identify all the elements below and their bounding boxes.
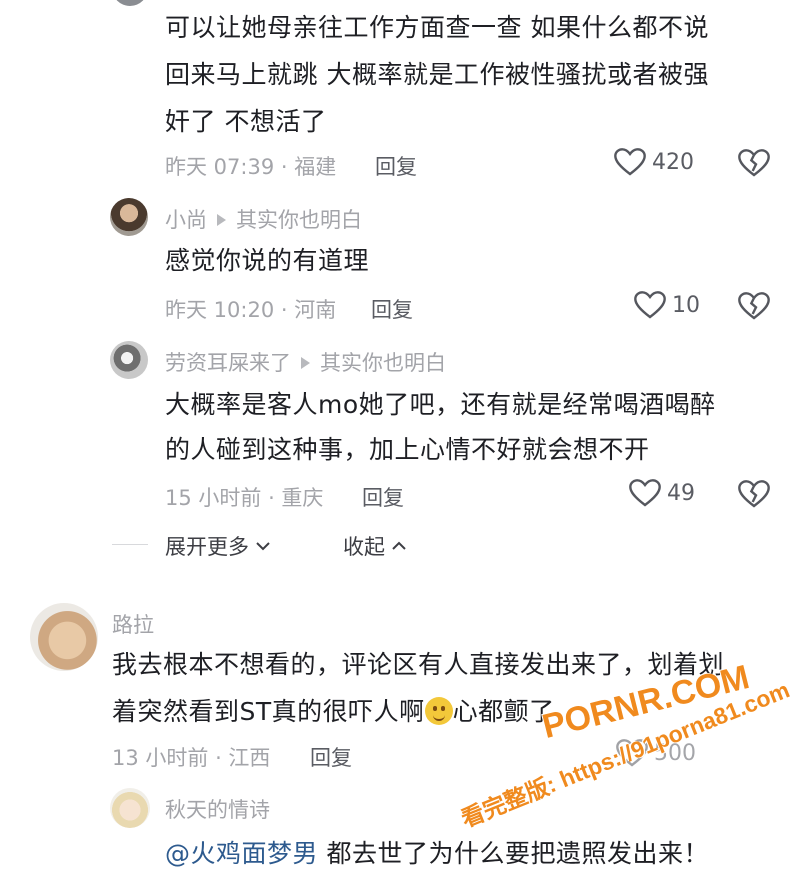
comment-text: 可以让她母亲往工作方面查一查 如果什么都不说 — [165, 13, 709, 42]
dislike-button[interactable] — [738, 148, 770, 182]
expand-more-label: 展开更多 — [165, 535, 249, 559]
reply-button[interactable]: 回复 — [375, 151, 417, 181]
comment-text: 我去根本不想看的，评论区有人直接发出来了，划着划 — [112, 650, 725, 679]
smile-emoji-icon — [424, 697, 453, 725]
avatar[interactable] — [110, 788, 150, 828]
reply-button[interactable]: 回复 — [362, 482, 404, 512]
divider — [112, 544, 148, 545]
heart-icon — [629, 479, 661, 507]
reply-header: 劳资耳屎来了 其实你也明白 — [165, 347, 446, 377]
chevron-up-icon — [392, 541, 406, 550]
comment-text: 感觉你说的有道理 — [165, 246, 370, 275]
comment-text: 奸了 不想活了 — [165, 107, 327, 136]
reply-to-arrow-icon — [217, 214, 226, 226]
comment-text: 大概率是客人mo她了吧，还有就是经常喝酒喝醉 — [165, 390, 716, 419]
comment-text: @火鸡面梦男 都去世了为什么要把遗照发出来！ — [165, 836, 709, 872]
broken-heart-icon — [738, 149, 770, 177]
comment-text: 的人碰到这种事，加上心情不好就会想不开 — [165, 435, 650, 464]
username[interactable]: 小尚 — [165, 208, 207, 232]
avatar[interactable] — [30, 603, 98, 671]
heart-icon — [634, 291, 666, 319]
dislike-button[interactable] — [738, 291, 770, 325]
collapse-button[interactable]: 收起 — [343, 531, 407, 561]
avatar[interactable] — [110, 341, 148, 379]
broken-heart-icon — [738, 480, 770, 508]
comment-meta: 13 小时前 · 江西 — [112, 746, 271, 770]
reply-to-name[interactable]: 其实你也明白 — [320, 351, 446, 375]
reply-header: 小尚 其实你也明白 — [165, 204, 362, 234]
reply-to-name[interactable]: 其实你也明白 — [236, 208, 362, 232]
comment-text: 回来马上就跳 大概率就是工作被性骚扰或者被强 — [165, 60, 709, 89]
expand-more-button[interactable]: 展开更多 — [165, 531, 271, 561]
comment-text: 着突然看到ST真的很吓人啊 心都颤了 — [112, 694, 555, 730]
username[interactable]: 劳资耳屎来了 — [165, 351, 291, 375]
mention-link[interactable]: @火鸡面梦男 — [165, 839, 318, 868]
like-count: 10 — [672, 292, 700, 318]
reply-to-arrow-icon — [301, 357, 310, 369]
collapse-label: 收起 — [343, 535, 385, 559]
avatar[interactable] — [112, 0, 148, 6]
reply-button[interactable]: 回复 — [371, 294, 413, 324]
like-button[interactable]: 10 — [634, 290, 700, 320]
avatar[interactable] — [110, 198, 148, 236]
dislike-button[interactable] — [738, 479, 770, 513]
heart-icon — [614, 148, 646, 176]
username[interactable]: 路拉 — [112, 609, 154, 639]
comment-meta: 15 小时前 · 重庆 — [165, 486, 324, 510]
broken-heart-icon — [738, 292, 770, 320]
comment-meta: 昨天 07:39 · 福建 — [165, 155, 337, 179]
comment-meta: 昨天 10:20 · 河南 — [165, 298, 337, 322]
like-button[interactable]: 49 — [629, 478, 695, 508]
reply-button[interactable]: 回复 — [310, 742, 352, 772]
like-count: 49 — [667, 480, 695, 506]
chevron-down-icon — [256, 542, 270, 551]
comment-text-part: 着突然看到ST真的很吓人啊 — [112, 697, 425, 726]
like-count: 420 — [652, 149, 694, 175]
username[interactable]: 秋天的情诗 — [165, 794, 270, 824]
comment-text-part: 都去世了为什么要把遗照发出来！ — [318, 839, 709, 868]
like-button[interactable]: 420 — [614, 147, 694, 177]
